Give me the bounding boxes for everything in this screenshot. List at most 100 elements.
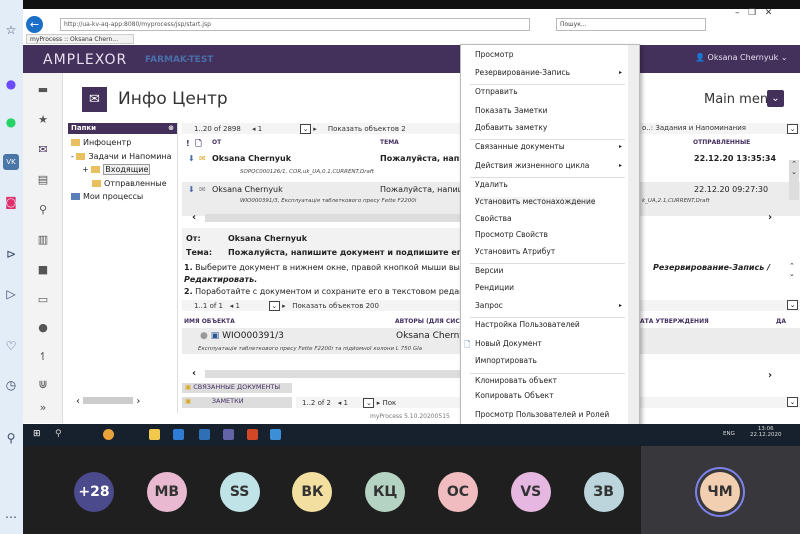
calendar-icon[interactable]: ▭ — [35, 293, 51, 307]
context-menu-item[interactable]: Показать Заметки — [475, 106, 548, 115]
outlook-icon[interactable] — [199, 429, 210, 440]
window-controls[interactable]: – ❐ ✕ — [735, 8, 772, 18]
horizontal-scrollbar[interactable] — [205, 214, 460, 222]
column-approval-date[interactable]: АТА УТВЕРЖДЕНИЯ — [640, 318, 709, 325]
browser-tab[interactable]: myProcess :: Oksana Chern... — [26, 34, 134, 44]
page-dropdown[interactable]: ⌄ — [300, 124, 311, 134]
ie-icon[interactable] — [270, 429, 281, 440]
objects-filter[interactable]: ⌄ — [640, 300, 800, 311]
related-documents-tab[interactable]: ▣ СВЯЗАННЫЕ ДОКУМЕНТЫ — [182, 383, 292, 393]
address-bar[interactable]: http://ua-kv-aq-app:8080/myprocess/jsp/s… — [60, 18, 530, 31]
messenger-icon[interactable]: ● — [3, 76, 19, 92]
page-dropdown[interactable]: ⌄ — [268, 301, 280, 311]
column-from[interactable]: ОТ — [212, 139, 221, 146]
participant-avatar[interactable]: SS — [219, 472, 260, 512]
send-icon[interactable]: ▷ — [3, 286, 19, 302]
play-icon[interactable]: ⊳ — [3, 246, 19, 262]
scroll-left-icon[interactable]: ‹ — [192, 212, 196, 223]
folder-tasks[interactable]: - Задачи и Напомина — [71, 152, 172, 161]
search-icon[interactable]: ⚲ — [55, 429, 66, 440]
star-icon[interactable]: ☆ — [3, 22, 19, 38]
scroll-right-icon[interactable]: › — [768, 212, 772, 223]
page-input[interactable]: 1 — [235, 302, 239, 310]
main-menu-label[interactable]: Main menu — [704, 92, 776, 107]
context-menu-item[interactable]: Просмотр Свойств — [475, 230, 548, 239]
briefcase-icon[interactable]: ■ — [35, 263, 51, 277]
vk-icon[interactable]: VK — [3, 154, 19, 170]
context-menu-item[interactable]: Удалить — [475, 180, 508, 189]
whatsapp-icon[interactable]: ● — [3, 114, 19, 130]
folder-infocenter[interactable]: Инфоцентр — [71, 138, 131, 147]
fork-icon[interactable]: ⋓ — [35, 378, 51, 392]
notes-tab[interactable]: ▣ ЗАМЕТКИ — [182, 397, 292, 408]
context-menu-item[interactable]: Связанные документы — [475, 142, 565, 151]
edge-icon[interactable] — [173, 429, 184, 440]
context-menu-item[interactable]: Добавить заметку — [475, 123, 547, 132]
context-menu-scrollbar[interactable] — [628, 45, 639, 425]
star-icon[interactable]: ★ — [35, 113, 51, 127]
context-menu-item[interactable]: Версии — [475, 266, 503, 275]
search-icon[interactable]: ⚲ — [35, 203, 51, 217]
help-icon[interactable]: ● — [35, 321, 51, 335]
context-menu-item[interactable]: Копировать Объект — [475, 391, 554, 400]
mail-icon[interactable]: ✉ — [35, 143, 51, 157]
folder-my-processes[interactable]: Мои процессы — [71, 192, 143, 201]
expand-icon[interactable]: » — [35, 401, 51, 415]
scroll-left-icon[interactable]: ‹ — [192, 368, 196, 379]
scroll-left[interactable]: ‹ › — [76, 396, 140, 407]
heart-icon[interactable]: ♡ — [3, 338, 19, 354]
context-menu-item[interactable]: Настройка Пользователей — [475, 320, 580, 329]
participant-avatar[interactable]: КЦ — [365, 472, 406, 512]
participant-avatar[interactable]: VS — [510, 472, 551, 512]
context-menu-item[interactable]: Свойства — [475, 214, 512, 223]
object-name[interactable]: ● ▣ WIO000391/3 — [200, 331, 284, 341]
location-icon[interactable]: ⚲ — [3, 430, 19, 446]
powerpoint-icon[interactable] — [247, 429, 258, 440]
filter-select[interactable]: о..: Задания и Напоминания ⌄ — [640, 123, 800, 134]
column-subject[interactable]: ТЕМА — [380, 139, 399, 146]
column-date[interactable]: ДА — [776, 318, 786, 325]
language-indicator[interactable]: ENG — [723, 431, 735, 437]
context-menu-item[interactable]: Новый Документ — [475, 339, 542, 348]
detail-scroll[interactable]: ⌃ ⌄ — [789, 262, 795, 278]
close-icon[interactable]: ⊗ — [168, 124, 174, 132]
folder-icon[interactable]: ▬ — [35, 83, 51, 97]
scroll-right-icon[interactable]: › — [768, 370, 772, 381]
page-dropdown[interactable]: ⌄ — [363, 398, 375, 408]
context-menu-item[interactable]: Действия жизненного цикла — [475, 161, 589, 170]
self-avatar[interactable]: ЧМ — [700, 472, 740, 512]
column-sent[interactable]: ОТПРАВЛЕННЫЕ — [693, 139, 750, 146]
context-menu-item[interactable]: Отправить — [475, 87, 518, 96]
participant-avatar[interactable]: ОС — [438, 472, 478, 512]
folder-sent[interactable]: Отправленные — [92, 179, 167, 188]
context-menu-item[interactable]: Рендиции — [475, 283, 514, 292]
context-menu-item[interactable]: Просмотр Пользователей и Ролей — [475, 410, 609, 419]
explorer-icon[interactable] — [149, 429, 160, 440]
clock-icon[interactable]: ◷ — [3, 377, 19, 393]
report-icon[interactable]: ▥ — [35, 233, 51, 247]
teams-icon[interactable] — [223, 429, 234, 440]
main-menu-button[interactable]: ⌄ — [767, 90, 784, 107]
more-icon[interactable]: … — [3, 506, 19, 522]
column-object-name[interactable]: ИМЯ ОБЪЕКТА — [184, 318, 235, 325]
participant-avatar[interactable]: МВ — [146, 472, 187, 512]
page-input[interactable]: 1 — [258, 125, 262, 133]
vertical-scrollbar[interactable]: ⌃ ⌄ — [789, 160, 799, 200]
workflow-icon[interactable]: ↿ — [35, 350, 51, 364]
objects-scrollbar[interactable] — [205, 370, 460, 378]
context-menu-item[interactable]: Клонировать объект — [475, 376, 557, 385]
instagram-icon[interactable]: ◙ — [3, 194, 19, 210]
folder-inbox[interactable]: + Входящие — [82, 164, 151, 175]
context-menu-item[interactable]: Запрос — [475, 301, 503, 310]
context-menu-item[interactable]: Установить Атрибут — [475, 247, 555, 256]
context-menu-item[interactable]: Импортировать — [475, 356, 537, 365]
context-menu-item[interactable]: Просмотр — [475, 50, 514, 59]
back-button[interactable]: ← — [26, 16, 43, 33]
context-menu-item[interactable]: Установить местонахождение — [475, 197, 596, 206]
chrome-icon[interactable] — [103, 429, 114, 440]
browser-search-input[interactable]: Пошук... — [556, 18, 706, 31]
column-authors[interactable]: АВТОРЫ (ДЛЯ СИС — [395, 318, 460, 325]
windows-start-icon[interactable]: ⊞ — [33, 429, 44, 440]
documents-icon[interactable]: ▤ — [35, 173, 51, 187]
context-menu-item[interactable]: Резервирование-Запись — [475, 68, 570, 77]
